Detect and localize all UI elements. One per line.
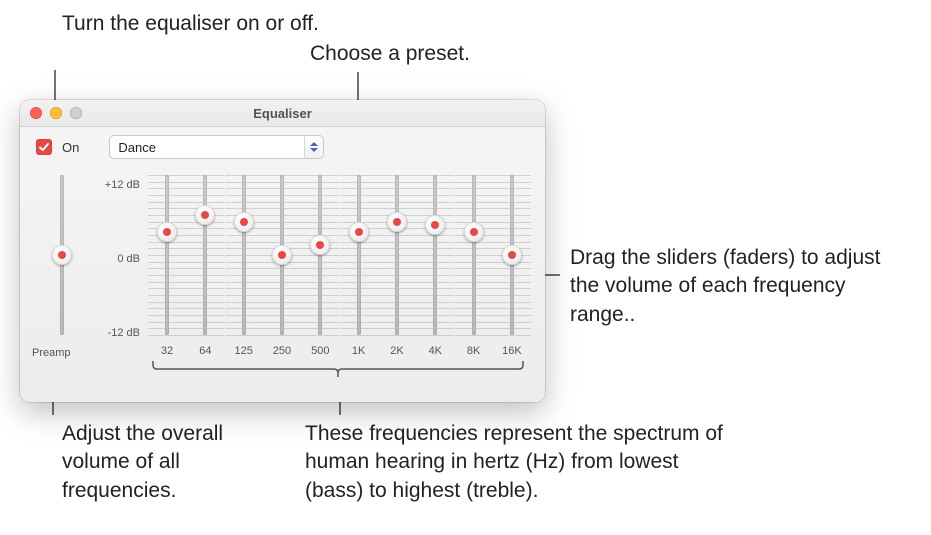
chevron-up-icon <box>310 142 318 146</box>
callout-preamp-text: Adjust the overall volume of all frequen… <box>62 420 282 505</box>
band-track <box>472 175 476 335</box>
band-column: 1K <box>342 171 376 371</box>
slider-tick <box>416 335 454 336</box>
band-freq-label: 32 <box>150 345 184 357</box>
band-track-wrap <box>265 171 299 339</box>
band-column: 8K <box>457 171 491 371</box>
band-freq-label: 4K <box>418 345 452 357</box>
callout-sliders-text: Drag the sliders (faders) to adjust the … <box>570 244 900 329</box>
band-freq-label: 2K <box>380 345 414 357</box>
band-track <box>242 175 246 335</box>
band-slider[interactable] <box>272 245 292 265</box>
band-slider[interactable] <box>349 222 369 242</box>
slider-tick <box>493 335 531 336</box>
preset-selected-label: Dance <box>118 140 156 155</box>
band-column: 250 <box>265 171 299 371</box>
band-slider[interactable] <box>464 222 484 242</box>
band-column: 64 <box>188 171 222 371</box>
minimize-icon[interactable] <box>50 107 62 119</box>
band-freq-label: 250 <box>265 345 299 357</box>
close-icon[interactable] <box>30 107 42 119</box>
slider-tick <box>340 335 378 336</box>
band-column: 500 <box>303 171 337 371</box>
band-track-wrap <box>457 171 491 339</box>
band-freq-label: 8K <box>457 345 491 357</box>
band-column: 4K <box>418 171 452 371</box>
titlebar: Equaliser <box>20 100 545 127</box>
band-track <box>357 175 361 335</box>
callout-freqs-text: These frequencies represent the spectrum… <box>305 420 735 505</box>
band-slider[interactable] <box>310 235 330 255</box>
db-label-mid: 0 dB <box>117 253 140 265</box>
band-track-wrap <box>380 171 414 339</box>
slider-tick <box>225 335 263 336</box>
band-slider[interactable] <box>502 245 522 265</box>
band-track-wrap <box>227 171 261 339</box>
band-column: 32 <box>150 171 184 371</box>
band-track-wrap <box>303 171 337 339</box>
band-track-wrap <box>150 171 184 339</box>
controls-row: On Dance <box>20 127 545 163</box>
equaliser-window: Equaliser On Dance +12 dB 0 dB -12 dB <box>20 100 545 402</box>
window-title: Equaliser <box>20 106 545 121</box>
band-slider[interactable] <box>387 212 407 232</box>
zoom-icon <box>70 107 82 119</box>
callout-toggle-text: Turn the equaliser on or off. <box>62 10 322 38</box>
on-label: On <box>62 140 79 155</box>
band-freq-label: 1K <box>342 345 376 357</box>
band-track-wrap <box>342 171 376 339</box>
slider-tick <box>301 335 339 336</box>
band-column: 16K <box>495 171 529 371</box>
band-track <box>203 175 207 335</box>
band-freq-label: 125 <box>227 345 261 357</box>
slider-tick <box>263 335 301 336</box>
on-checkbox[interactable] <box>36 139 52 155</box>
band-freq-label: 64 <box>188 345 222 357</box>
band-track <box>395 175 399 335</box>
preamp-slider[interactable] <box>52 245 72 265</box>
band-slider[interactable] <box>157 222 177 242</box>
slider-tick <box>186 335 224 336</box>
band-track-wrap <box>188 171 222 339</box>
checkmark-icon <box>38 141 50 153</box>
band-freq-label: 500 <box>303 345 337 357</box>
traffic-lights <box>20 107 82 119</box>
band-track-wrap <box>418 171 452 339</box>
band-track <box>433 175 437 335</box>
chevron-down-icon <box>310 148 318 152</box>
slider-tick <box>455 335 493 336</box>
band-sliders: 32 64 125 250 500 1K 2K 4K 8K 16K <box>150 171 529 371</box>
band-slider[interactable] <box>234 212 254 232</box>
callout-preset-text: Choose a preset. <box>310 40 570 68</box>
band-column: 2K <box>380 171 414 371</box>
preamp-label: Preamp <box>32 347 71 359</box>
preset-stepper[interactable] <box>304 136 323 158</box>
slider-tick <box>378 335 416 336</box>
frequency-bracket <box>150 361 530 381</box>
band-freq-label: 16K <box>495 345 529 357</box>
band-slider[interactable] <box>425 215 445 235</box>
band-track <box>318 175 322 335</box>
db-label-top: +12 dB <box>105 179 140 191</box>
preamp-column <box>42 171 82 339</box>
preset-select[interactable]: Dance <box>109 135 324 159</box>
band-slider[interactable] <box>195 205 215 225</box>
band-track-wrap <box>495 171 529 339</box>
slider-tick <box>148 335 186 336</box>
preamp-track-wrap <box>42 171 82 339</box>
equaliser-area: +12 dB 0 dB -12 dB Preamp 32 64 125 250 500 1… <box>20 163 545 402</box>
band-track <box>165 175 169 335</box>
band-column: 125 <box>227 171 261 371</box>
db-label-bot: -12 dB <box>108 327 140 339</box>
db-scale-labels: +12 dB 0 dB -12 dB <box>90 173 140 343</box>
